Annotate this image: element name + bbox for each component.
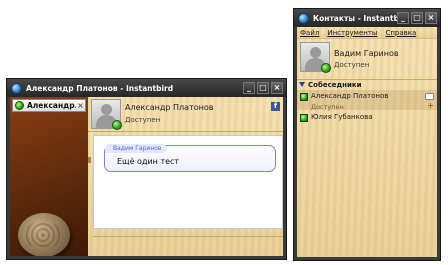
my-avatar[interactable]	[300, 42, 331, 73]
buddy-avatar	[91, 99, 122, 130]
minimize-button[interactable]: _	[243, 82, 255, 94]
conversation-tab-label: Александр...	[27, 101, 76, 110]
walnut-background-image	[18, 213, 70, 256]
close-button[interactable]: ×	[425, 12, 437, 24]
online-status-icon	[112, 120, 122, 130]
account-header: Вадим Гаринов Доступен	[297, 39, 437, 75]
message-author: Вадим Гаринов	[105, 144, 168, 153]
my-display-name[interactable]: Вадим Гаринов	[334, 39, 399, 58]
contact-status: Доступен	[311, 103, 344, 111]
contact-group-name: Собеседники	[308, 80, 362, 89]
message-log[interactable]: Вадим Гаринов Ещё один тест	[93, 135, 283, 229]
buddy-name: Александр Платонов	[125, 103, 214, 112]
buddy-status: Доступен	[125, 116, 161, 124]
contact-row[interactable]: Юлия Губанкова	[297, 111, 437, 131]
chat-window-title: Александр Платонов - Instantbird	[26, 83, 174, 93]
my-status[interactable]: Доступен	[334, 61, 399, 69]
close-button[interactable]: ×	[271, 82, 283, 94]
contacts-window-title: Контакты - Instantbird	[313, 13, 397, 23]
expand-triangle-icon[interactable]	[299, 82, 305, 87]
plus-icon[interactable]: +	[427, 101, 434, 110]
instantbird-app-icon	[298, 12, 309, 24]
conversation-pane: Александр Платонов Доступен f Вадим Гари…	[88, 97, 283, 256]
chat-titlebar[interactable]: Александр Платонов - Instantbird _ □ ×	[7, 79, 286, 97]
maximize-button[interactable]: □	[411, 12, 423, 24]
contact-name: Александр Платонов	[311, 92, 389, 100]
contacts-pane: Вадим Гаринов Доступен Собеседники Алекс…	[297, 39, 437, 257]
menu-bar: Файл Инструменты Справка	[297, 27, 437, 39]
online-status-icon	[15, 101, 24, 110]
protocol-icon	[300, 93, 308, 101]
close-tab-icon[interactable]: ×	[76, 101, 85, 110]
instantbird-app-icon	[11, 82, 22, 94]
contact-row[interactable]: Александр Платонов Доступен +	[297, 90, 437, 111]
facebook-icon: f	[271, 102, 280, 111]
minimize-button[interactable]: _	[397, 12, 409, 24]
conversation-header: Александр Платонов Доступен f	[88, 97, 283, 132]
conversation-tab[interactable]: Александр... ×	[12, 99, 86, 112]
message-bubble: Вадим Гаринов Ещё один тест	[104, 144, 276, 172]
pane-splitter[interactable]	[88, 157, 91, 163]
contact-group-header[interactable]: Собеседники	[297, 79, 437, 89]
maximize-button[interactable]: □	[257, 82, 269, 94]
contacts-titlebar[interactable]: Контакты - Instantbird _ □ ×	[294, 9, 440, 27]
contact-name: Юлия Губанкова	[311, 113, 373, 121]
menu-tools[interactable]: Инструменты	[327, 29, 377, 37]
menu-file[interactable]: Файл	[300, 29, 319, 37]
message-icon[interactable]	[425, 93, 434, 100]
chat-window: Александр Платонов - Instantbird _ □ × А…	[6, 78, 287, 260]
contacts-window: Контакты - Instantbird _ □ × Файл Инстру…	[293, 8, 441, 261]
menu-help[interactable]: Справка	[385, 29, 416, 37]
conversation-tabs-pane: Александр... ×	[10, 97, 88, 256]
message-text: Ещё один тест	[117, 157, 180, 166]
message-input[interactable]	[93, 236, 283, 254]
protocol-icon	[300, 114, 308, 122]
online-status-icon	[321, 63, 331, 73]
